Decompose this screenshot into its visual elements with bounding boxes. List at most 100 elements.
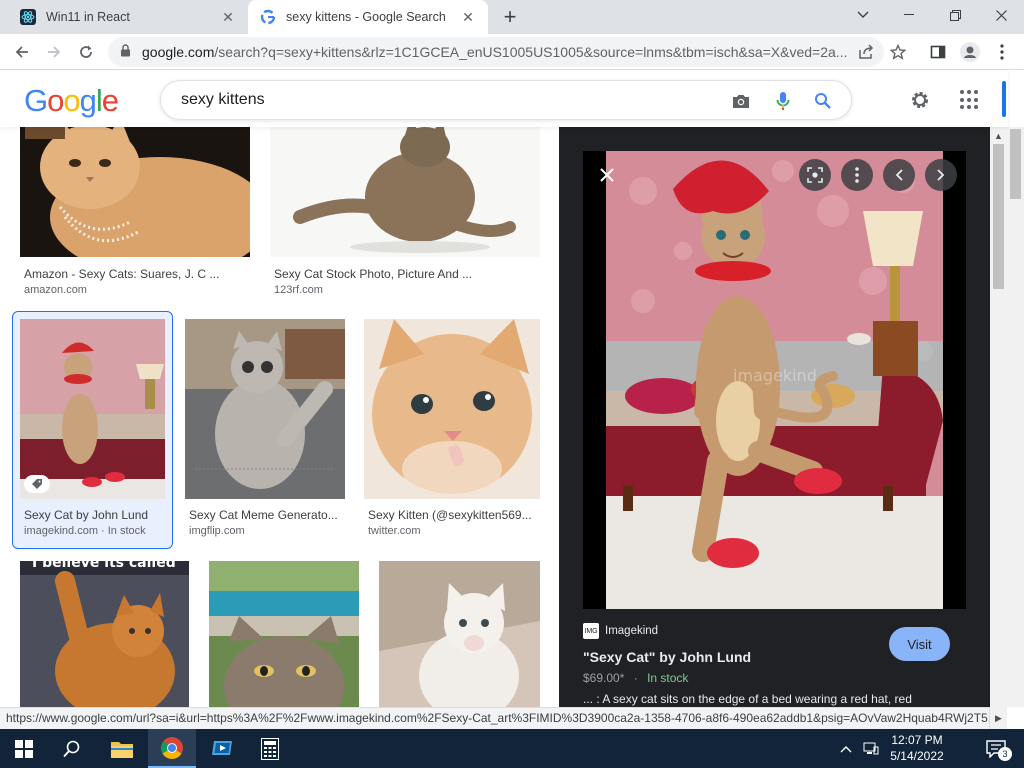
- result-thumbnail[interactable]: [185, 319, 345, 499]
- lock-icon[interactable]: [120, 44, 134, 60]
- link-status-bar: https://www.google.com/url?sa=i&url=http…: [0, 707, 990, 729]
- result-source: imgflip.com: [189, 525, 245, 537]
- bookmark-star-icon[interactable]: [886, 40, 910, 64]
- google-apps-icon[interactable]: [960, 90, 980, 110]
- url-text: google.com/search?q=sexy+kittens&rlz=1C1…: [142, 44, 852, 60]
- preview-image[interactable]: imagekind: [583, 151, 966, 609]
- preview-title[interactable]: "Sexy Cat" by John Lund: [583, 649, 751, 665]
- account-edge-indicator: [1002, 81, 1006, 117]
- chrome-taskbar-icon[interactable]: [148, 729, 196, 768]
- close-window-button[interactable]: [978, 0, 1024, 30]
- result-card[interactable]: Sexy Cat Stock Photo, Picture And ... 12…: [270, 127, 540, 297]
- calculator-icon[interactable]: [246, 729, 294, 768]
- scrollbar-thumb[interactable]: [993, 144, 1004, 289]
- close-preview-button[interactable]: [591, 159, 623, 191]
- reload-button[interactable]: [72, 38, 100, 66]
- result-card[interactable]: Sexy Cat Meme Generato... imgflip.com: [185, 319, 345, 539]
- settings-gear-icon[interactable]: [908, 88, 932, 112]
- preview-price: $69.00*: [583, 671, 625, 685]
- system-clock[interactable]: 12:07 PM 5/14/2022: [882, 732, 952, 764]
- search-box[interactable]: sexy kittens: [160, 80, 852, 120]
- preview-site[interactable]: IMG Imagekind: [583, 623, 658, 639]
- preview-description: ... : A sexy cat sits on the edge of a b…: [583, 692, 912, 706]
- result-source: imagekind.com · In stock: [24, 525, 146, 537]
- google-header: Google sexy kittens: [0, 71, 1008, 127]
- result-thumbnail[interactable]: [364, 319, 540, 499]
- side-panel-icon[interactable]: [926, 40, 950, 64]
- result-card[interactable]: I believe its called: [20, 555, 189, 707]
- tab-google-search[interactable]: sexy kittens - Google Search ✕: [248, 0, 488, 34]
- lens-search-button[interactable]: [799, 159, 831, 191]
- back-button[interactable]: [8, 38, 36, 66]
- image-results-grid: Amazon - Sexy Cats: Suares, J. C ... ama…: [0, 127, 559, 707]
- clock-date: 5/14/2022: [890, 749, 944, 763]
- result-source: amazon.com: [24, 284, 87, 296]
- tray-chevron-icon[interactable]: [836, 729, 856, 768]
- browser-menu-icon[interactable]: [990, 40, 1014, 64]
- file-explorer-icon[interactable]: [98, 729, 146, 768]
- separator-dot: ·: [633, 671, 638, 685]
- preview-price-line: $69.00* · In stock: [583, 671, 688, 685]
- new-tab-button[interactable]: +: [498, 4, 522, 29]
- result-thumbnail[interactable]: [20, 319, 165, 499]
- result-thumbnail[interactable]: [209, 561, 359, 707]
- price-tag-icon: [24, 475, 50, 493]
- voice-search-icon[interactable]: [771, 89, 795, 113]
- remote-desktop-icon[interactable]: [198, 729, 246, 768]
- close-tab-icon[interactable]: ✕: [220, 9, 236, 25]
- google-favicon-icon: [260, 9, 276, 25]
- result-source: 123rf.com: [274, 284, 323, 296]
- page-scrollbar-thumb[interactable]: [1010, 129, 1021, 199]
- url-host: google.com: [142, 44, 215, 60]
- result-title[interactable]: Sexy Kitten (@sexykitten569...: [368, 508, 536, 522]
- notifications-button[interactable]: 3: [978, 729, 1014, 768]
- result-card[interactable]: Amazon - Sexy Cats: Suares, J. C ... ama…: [20, 127, 250, 297]
- taskbar-search-icon[interactable]: [48, 729, 96, 768]
- profile-avatar-icon[interactable]: [958, 40, 982, 64]
- result-thumbnail[interactable]: [270, 127, 540, 257]
- tab-title: Win11 in React: [46, 10, 130, 24]
- previous-image-button[interactable]: [883, 159, 915, 191]
- result-title[interactable]: Amazon - Sexy Cats: Suares, J. C ...: [24, 267, 246, 281]
- network-icon[interactable]: [860, 729, 882, 768]
- close-tab-icon[interactable]: ✕: [460, 9, 476, 25]
- windows-taskbar: 12:07 PM 5/14/2022 3: [0, 729, 1024, 768]
- tab-win11-react[interactable]: Win11 in React ✕: [8, 0, 248, 34]
- forward-button[interactable]: [40, 38, 68, 66]
- share-icon[interactable]: [854, 40, 878, 64]
- result-title[interactable]: Sexy Cat by John Lund: [24, 508, 164, 522]
- result-source: twitter.com: [368, 525, 421, 537]
- more-options-icon[interactable]: [841, 159, 873, 191]
- result-card[interactable]: [379, 561, 540, 707]
- browser-toolbar: google.com/search?q=sexy+kittens&rlz=1C1…: [0, 34, 1024, 70]
- tab-search-chevron-icon[interactable]: [840, 0, 886, 30]
- tab-title: sexy kittens - Google Search: [286, 10, 446, 24]
- minimize-button[interactable]: [886, 0, 932, 30]
- result-thumbnail[interactable]: [20, 127, 250, 257]
- page-scrollbar[interactable]: [1007, 127, 1024, 707]
- result-title[interactable]: Sexy Cat Meme Generato...: [189, 508, 339, 522]
- result-thumbnail[interactable]: [379, 561, 540, 707]
- preview-site-name[interactable]: Imagekind: [605, 625, 658, 637]
- search-input[interactable]: sexy kittens: [181, 91, 265, 109]
- next-image-button[interactable]: [925, 159, 957, 191]
- camera-search-icon[interactable]: [729, 89, 753, 113]
- result-card[interactable]: Sexy Kitten (@sexykitten569... twitter.c…: [364, 319, 540, 539]
- visit-button[interactable]: Visit: [889, 627, 950, 661]
- results-scrollbar[interactable]: ▲: [990, 127, 1007, 707]
- svg-text:imagekind: imagekind: [733, 366, 817, 385]
- stock-status: In stock: [647, 671, 689, 685]
- google-logo[interactable]: Google: [24, 83, 119, 119]
- clock-time: 12:07 PM: [891, 733, 943, 747]
- result-thumbnail[interactable]: [20, 561, 189, 707]
- search-icon[interactable]: [811, 89, 835, 113]
- notification-count-badge: 3: [998, 747, 1012, 761]
- result-card[interactable]: [209, 561, 359, 707]
- scroll-up-arrow-icon[interactable]: ▲: [990, 127, 1007, 144]
- result-title[interactable]: Sexy Cat Stock Photo, Picture And ...: [274, 267, 536, 281]
- start-button[interactable]: [0, 729, 48, 768]
- scroll-right-arrow-icon[interactable]: ▶: [990, 707, 1007, 729]
- restore-button[interactable]: [932, 0, 978, 30]
- address-bar[interactable]: google.com/search?q=sexy+kittens&rlz=1C1…: [108, 37, 884, 67]
- result-card-selected[interactable]: Sexy Cat by John Lund imagekind.com · In…: [20, 319, 165, 539]
